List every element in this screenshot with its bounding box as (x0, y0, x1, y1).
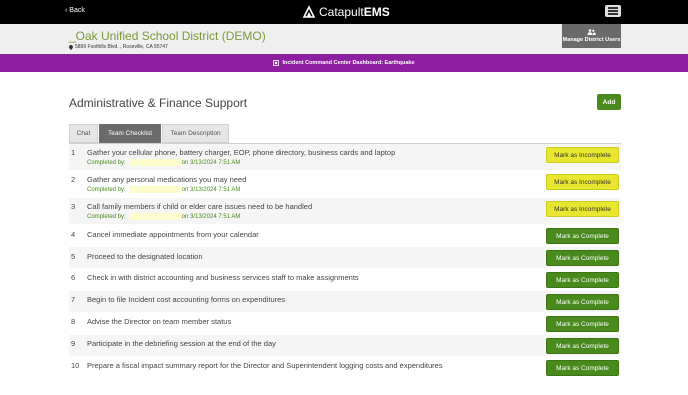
task-text: Cancel immediate appointments from your … (87, 230, 259, 239)
completed-by-name (128, 186, 181, 193)
checklist-row: 8 Advise the Director on team member sta… (69, 313, 621, 335)
completed-by-name (128, 213, 181, 220)
team-checklist: 1 Gather your cellular phone, battery ch… (69, 144, 621, 379)
tab-chat[interactable]: Chat (69, 124, 98, 143)
task-number: 3 (71, 202, 76, 211)
completed-label: Completed by: (87, 213, 126, 220)
tab-bar: Chat Team Checklist Team Description (69, 124, 230, 143)
task-text: Proceed to the designated location (87, 252, 203, 261)
mark-complete-button[interactable]: Mark as Complete (546, 250, 619, 266)
brand-name: Catapult (319, 5, 364, 19)
task-number: 2 (71, 175, 76, 184)
mark-incomplete-button[interactable]: Mark as Incomplete (546, 147, 619, 163)
checklist-row: 5 Proceed to the designated location Mar… (69, 247, 621, 269)
completed-date: on 3/13/2024 7:51 AM (181, 213, 241, 220)
task-text: Prepare a fiscal impact summary report f… (87, 361, 443, 370)
hamburger-menu-icon[interactable] (605, 5, 621, 17)
completed-label: Completed by: (87, 159, 126, 166)
completed-info: Completed by: on 3/13/2024 7:51 AM (87, 186, 240, 193)
page-title: Administrative & Finance Support (69, 96, 248, 110)
incident-banner[interactable]: Incident Command Center Dashboard: Earth… (0, 54, 688, 72)
tab-team-checklist[interactable]: Team Checklist (99, 124, 161, 143)
mark-complete-button[interactable]: Mark as Complete (546, 338, 619, 354)
mark-complete-button[interactable]: Mark as Complete (546, 316, 619, 332)
mark-complete-button[interactable]: Mark as Complete (546, 228, 619, 244)
mark-complete-button[interactable]: Mark as Complete (546, 294, 619, 310)
district-address: 5899 Foothills Blvd. , Roseville, CA 957… (69, 44, 168, 50)
mark-complete-button[interactable]: Mark as Complete (546, 360, 619, 376)
users-icon (587, 29, 596, 35)
completed-label: Completed by: (87, 186, 126, 193)
task-number: 1 (71, 148, 76, 157)
manage-users-label: Manage District Users (562, 37, 621, 43)
completed-info: Completed by: on 3/13/2024 7:51 AM (87, 213, 240, 220)
checklist-row: 2 Gather any personal medications you ma… (69, 171, 621, 198)
task-number: 6 (71, 273, 76, 282)
mark-incomplete-button[interactable]: Mark as Incomplete (546, 174, 619, 190)
back-link[interactable]: ‹ Back (65, 7, 85, 14)
checklist-row: 9 Participate in the debriefing session … (69, 335, 621, 357)
banner-text: Incident Command Center Dashboard: Earth… (282, 60, 415, 66)
task-text: Gather any personal medications you may … (87, 175, 247, 184)
task-number: 7 (71, 295, 76, 304)
brand-suffix: EMS (363, 5, 390, 19)
top-bar: ‹ Back Catapult EMS (0, 0, 688, 24)
completed-date: on 3/13/2024 7:51 AM (181, 186, 241, 193)
task-text: Advise the Director on team member statu… (87, 317, 232, 326)
checklist-row: 6 Check in with district accounting and … (69, 269, 621, 291)
tab-team-description[interactable]: Team Description (162, 124, 229, 143)
task-number: 9 (71, 339, 76, 348)
task-number: 8 (71, 317, 76, 326)
mark-incomplete-button[interactable]: Mark as Incomplete (546, 201, 619, 217)
manage-district-users-button[interactable]: Manage District Users (562, 24, 621, 48)
task-text: Check in with district accounting and bu… (87, 273, 359, 282)
checklist-row: 3 Call family members if child or elder … (69, 198, 621, 225)
checklist-row: 7 Begin to file Incident cost accounting… (69, 291, 621, 313)
checklist-row: 4 Cancel immediate appointments from you… (69, 225, 621, 247)
completed-date: on 3/13/2024 7:51 AM (181, 159, 241, 166)
command-center-icon (273, 60, 280, 66)
task-text: Call family members if child or elder ca… (87, 202, 313, 211)
mark-complete-button[interactable]: Mark as Complete (546, 272, 619, 288)
district-name: _Oak Unified School District (DEMO) (69, 29, 266, 43)
task-text: Begin to file Incident cost accounting f… (87, 295, 286, 304)
checklist-row: 10 Prepare a fiscal impact summary repor… (69, 357, 621, 379)
address-text: 5899 Foothills Blvd. , Roseville, CA 957… (75, 44, 168, 50)
completed-info: Completed by: on 3/13/2024 7:51 AM (87, 159, 240, 166)
completed-by-name (128, 159, 181, 166)
map-pin-icon (69, 44, 73, 50)
task-number: 5 (71, 252, 76, 261)
task-number: 10 (71, 361, 80, 370)
brand-logo: Catapult EMS (302, 4, 390, 20)
task-text: Participate in the debriefing session at… (87, 339, 276, 348)
task-text: Gather your cellular phone, battery char… (87, 148, 396, 157)
checklist-row: 1 Gather your cellular phone, battery ch… (69, 144, 621, 171)
catapult-logo-icon (302, 5, 316, 18)
add-button[interactable]: Add (597, 94, 621, 110)
task-number: 4 (71, 230, 76, 239)
